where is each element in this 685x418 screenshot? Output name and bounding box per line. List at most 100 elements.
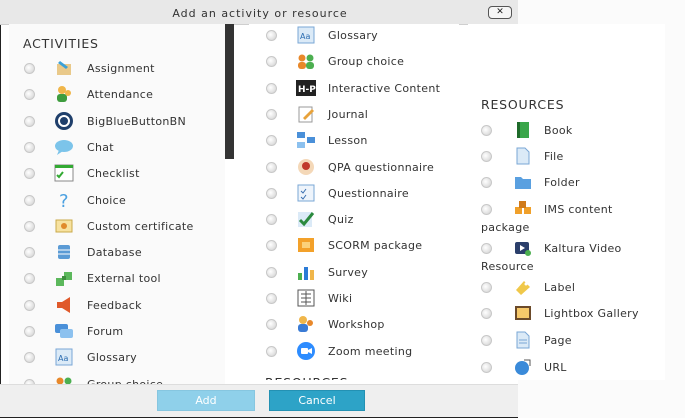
option-radio[interactable]: [266, 187, 277, 199]
option-radio[interactable]: [266, 214, 277, 226]
option-label: Survey: [328, 265, 369, 279]
option-radio[interactable]: [481, 125, 492, 136]
option-radio[interactable]: [266, 108, 277, 120]
activity-option[interactable]: BigBlueButtonBN: [9, 109, 225, 133]
option-label: Kaltura Video: [544, 242, 622, 255]
option-label: Journal: [328, 107, 369, 121]
activity-option[interactable]: Aa Glossary: [9, 345, 225, 369]
database-icon: [54, 242, 74, 262]
option-label: Quiz: [328, 213, 354, 227]
activity-option[interactable]: Book: [468, 118, 665, 142]
lesson-icon: [296, 130, 316, 150]
resources-column[interactable]: RESOURCES Book File Folder IMS content packa…: [468, 24, 665, 380]
activity-option[interactable]: Attendance: [9, 82, 225, 106]
option-radio[interactable]: [481, 308, 492, 319]
option-radio[interactable]: [24, 168, 35, 180]
activity-option[interactable]: Feedback: [9, 293, 225, 317]
dialog-footer: [0, 384, 518, 417]
activity-option[interactable]: Database: [9, 240, 225, 264]
gallery-icon: [513, 303, 533, 323]
activity-option[interactable]: Forum: [9, 319, 225, 343]
checklist-icon: [54, 163, 74, 183]
activity-option[interactable]: Group choice: [249, 49, 459, 73]
label-icon: [513, 277, 533, 297]
option-radio[interactable]: [266, 345, 277, 357]
option-radio[interactable]: [266, 293, 277, 304]
activity-option[interactable]: Journal: [249, 102, 459, 126]
activity-option[interactable]: Page: [468, 328, 665, 352]
activity-option[interactable]: QPA questionnaire: [249, 155, 459, 179]
activity-option[interactable]: Aa Glossary: [249, 24, 459, 47]
option-radio[interactable]: [481, 177, 492, 188]
option-radio[interactable]: [24, 220, 35, 232]
option-radio[interactable]: [266, 82, 277, 94]
activity-option[interactable]: File: [468, 144, 665, 168]
resources-heading: RESOURCES: [481, 97, 565, 112]
option-radio[interactable]: [266, 266, 277, 278]
activity-option[interactable]: Custom certificate: [9, 214, 225, 238]
activity-option[interactable]: Questionnaire: [249, 181, 459, 205]
group-choice-icon: [296, 51, 316, 71]
option-label: URL: [544, 361, 567, 374]
option-radio[interactable]: [24, 141, 35, 153]
option-radio[interactable]: [481, 204, 492, 215]
option-radio[interactable]: [481, 362, 492, 373]
activity-option[interactable]: URL: [468, 355, 665, 379]
url-icon: [513, 357, 533, 377]
option-radio[interactable]: [481, 335, 492, 346]
activity-option[interactable]: Kaltura Video Resource: [468, 236, 665, 276]
option-label: Database: [87, 246, 142, 260]
journal-icon: [296, 104, 316, 124]
activity-option[interactable]: Folder: [468, 170, 665, 194]
option-radio[interactable]: [481, 243, 492, 254]
activity-option[interactable]: External tool: [9, 266, 225, 290]
option-radio[interactable]: [24, 63, 35, 74]
option-radio[interactable]: [481, 151, 492, 162]
activity-option[interactable]: Workshop: [249, 312, 459, 336]
option-label: Book: [544, 124, 573, 137]
external-tool-icon: [54, 268, 74, 288]
activity-option[interactable]: Group choice: [9, 372, 225, 384]
activity-option[interactable]: Checklist: [9, 161, 225, 185]
option-radio[interactable]: [266, 135, 277, 147]
activity-option[interactable]: IMS content package: [468, 197, 665, 237]
resources-heading-next: RESOURCES: [265, 375, 348, 380]
cancel-button[interactable]: Cancel: [269, 390, 365, 411]
option-label: Wiki: [328, 292, 353, 305]
activity-option[interactable]: Assignment: [9, 56, 225, 80]
activity-option[interactable]: Lesson: [249, 128, 459, 152]
add-button[interactable]: Add: [157, 390, 255, 411]
activity-option[interactable]: Wiki: [249, 286, 459, 310]
activities-continued-column[interactable]: Aa Glossary Group choice H-P Interactive Con…: [249, 24, 459, 380]
option-radio[interactable]: [24, 115, 35, 127]
option-radio[interactable]: [266, 161, 277, 173]
option-radio[interactable]: [24, 273, 35, 285]
option-radio[interactable]: [24, 247, 35, 259]
activity-option[interactable]: Chat: [9, 135, 225, 159]
bigbluebutton-icon: [54, 111, 74, 131]
activity-option[interactable]: Zoom meeting: [249, 339, 459, 363]
option-radio[interactable]: [24, 89, 35, 101]
option-radio[interactable]: [24, 352, 35, 364]
kaltura-icon: [513, 238, 533, 258]
option-radio[interactable]: [24, 194, 35, 206]
option-radio[interactable]: [481, 282, 492, 293]
activities-column[interactable]: ACTIVITIES Assignment Attendance BigBlueBu…: [9, 24, 225, 384]
close-button[interactable]: ✕: [488, 6, 512, 19]
activity-option[interactable]: Lightbox Gallery: [468, 301, 665, 325]
activity-option[interactable]: SCORM package: [249, 233, 459, 257]
option-radio[interactable]: [266, 319, 277, 331]
activity-option[interactable]: Label: [468, 275, 665, 299]
option-radio[interactable]: [266, 56, 277, 68]
activity-option[interactable]: Quiz: [249, 207, 459, 231]
option-radio[interactable]: [24, 299, 35, 311]
option-radio[interactable]: [266, 30, 277, 41]
option-radio[interactable]: [266, 240, 277, 252]
option-label: Questionnaire: [328, 186, 409, 200]
activity-option[interactable]: H-P Interactive Content: [249, 76, 459, 100]
option-radio[interactable]: [24, 326, 35, 337]
activity-option[interactable]: ? Choice: [9, 188, 225, 212]
ims-icon: [513, 199, 533, 219]
activity-option[interactable]: Survey: [249, 260, 459, 284]
scrollbar[interactable]: [225, 24, 234, 159]
